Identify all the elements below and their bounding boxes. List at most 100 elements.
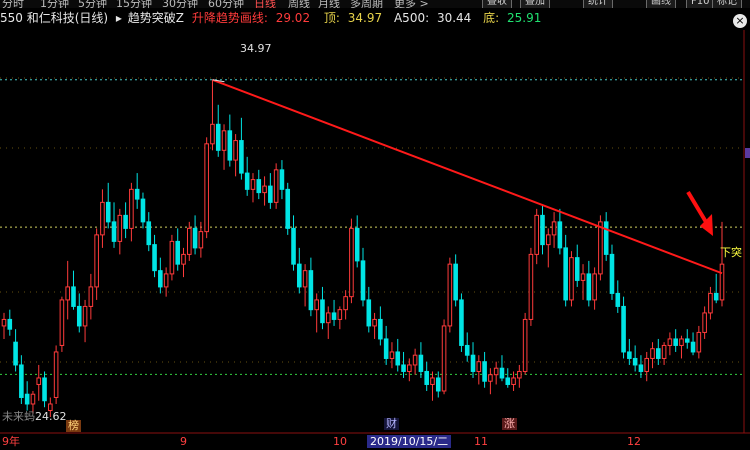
candle-body-70 [407, 364, 412, 372]
candle-body-102 [592, 273, 597, 301]
candle-body-60 [349, 227, 354, 298]
candle-body-69 [401, 364, 406, 372]
candle-body-106 [615, 292, 621, 307]
candle-body-28 [163, 273, 169, 288]
candle-body-27 [158, 270, 163, 288]
candle-body-79 [459, 299, 464, 346]
candle-body-12 [71, 286, 76, 307]
candle-body-81 [470, 354, 476, 372]
candle-body-34 [198, 231, 204, 249]
candle-body-56 [325, 312, 331, 324]
candle-body-97 [563, 247, 568, 301]
candle-body-42 [244, 172, 250, 190]
low-price-label: 未来蚂24.62 [2, 408, 67, 424]
low-price-value: 24.62 [35, 410, 67, 423]
candle-body-53 [308, 270, 314, 311]
candle-body-85 [493, 367, 499, 376]
candle-body-5 [30, 393, 36, 405]
candle-body-67 [389, 351, 395, 359]
candle-body-22 [129, 188, 134, 229]
candle-body-109 [632, 357, 638, 366]
candle-body-111 [644, 357, 650, 372]
candle-body-103 [598, 221, 603, 275]
candle-body-54 [314, 299, 319, 311]
candle-body-21 [123, 214, 128, 229]
candle-body-107 [621, 305, 626, 353]
candle-body-11 [65, 286, 70, 301]
candle-body-115 [667, 338, 673, 346]
side-panel-handle[interactable] [745, 148, 750, 158]
candle-body-45 [262, 185, 267, 194]
candle-body-50 [291, 227, 296, 265]
candle-body-99 [574, 257, 580, 281]
candlestick-chart[interactable] [0, 0, 750, 450]
candle-body-78 [453, 263, 458, 301]
candle-body-26 [152, 244, 157, 272]
breakout-label: 下突 [720, 246, 742, 259]
candle-body-7 [42, 377, 47, 402]
candle-body-10 [59, 299, 65, 346]
candle-body-38 [221, 130, 227, 151]
candle-body-2 [13, 341, 18, 366]
candle-body-86 [499, 367, 505, 379]
candle-body-39 [227, 130, 233, 161]
candle-body-29 [169, 240, 175, 275]
candle-body-123 [713, 292, 719, 301]
candle-body-59 [343, 296, 348, 311]
candle-body-23 [134, 188, 140, 200]
candle-body-96 [557, 221, 563, 249]
financial-marker[interactable]: 财 [384, 418, 399, 430]
candle-body-25 [146, 221, 152, 246]
candle-body-51 [297, 263, 302, 288]
candle-body-74 [430, 377, 435, 385]
candle-body-49 [285, 188, 291, 229]
candle-body-66 [383, 338, 389, 359]
candle-body-24 [140, 198, 146, 223]
x-axis-label-1: 9 [180, 435, 187, 448]
x-axis-label-4: 12 [627, 435, 641, 448]
candle-body-77 [447, 263, 453, 327]
candle-body-116 [673, 338, 678, 346]
candle-body-31 [181, 253, 186, 265]
low-price-prefix: 未来蚂 [2, 410, 35, 423]
candle-body-114 [661, 344, 667, 359]
candle-body-87 [505, 377, 511, 385]
candle-body-84 [488, 374, 493, 382]
candle-body-93 [540, 214, 545, 246]
candle-body-83 [482, 361, 487, 382]
candle-body-90 [522, 318, 528, 372]
candle-body-0 [1, 318, 7, 327]
candle-body-124 [719, 263, 725, 301]
x-axis-label-3: 11 [474, 435, 488, 448]
candle-body-17 [100, 201, 105, 236]
candle-body-9 [53, 351, 59, 398]
x-axis-label-2: 10 [333, 435, 347, 448]
candle-body-72 [418, 354, 424, 372]
candle-body-43 [250, 179, 256, 190]
candle-body-1 [7, 318, 13, 330]
candle-body-92 [534, 214, 540, 255]
candle-body-105 [609, 253, 615, 294]
candle-body-58 [337, 309, 343, 320]
candle-body-88 [511, 377, 516, 385]
candle-body-47 [273, 169, 279, 203]
candle-body-89 [517, 370, 522, 379]
candle-body-122 [708, 292, 713, 314]
candle-body-82 [476, 361, 482, 372]
candle-body-32 [186, 227, 192, 255]
candle-body-73 [424, 370, 429, 385]
candle-body-48 [279, 169, 285, 190]
candle-body-44 [256, 179, 262, 194]
candle-body-35 [204, 143, 209, 233]
limit-up-marker[interactable]: 涨 [502, 418, 517, 430]
leaderboard-marker[interactable]: 榜 [66, 420, 81, 432]
candle-body-100 [580, 273, 586, 281]
candle-body-118 [684, 338, 690, 343]
candle-body-41 [239, 140, 244, 174]
candle-body-121 [702, 312, 707, 333]
candle-body-33 [192, 227, 198, 249]
candle-body-6 [36, 377, 42, 385]
candle-body-63 [366, 299, 372, 327]
candle-body-76 [441, 325, 447, 392]
candle-body-36 [210, 123, 215, 145]
